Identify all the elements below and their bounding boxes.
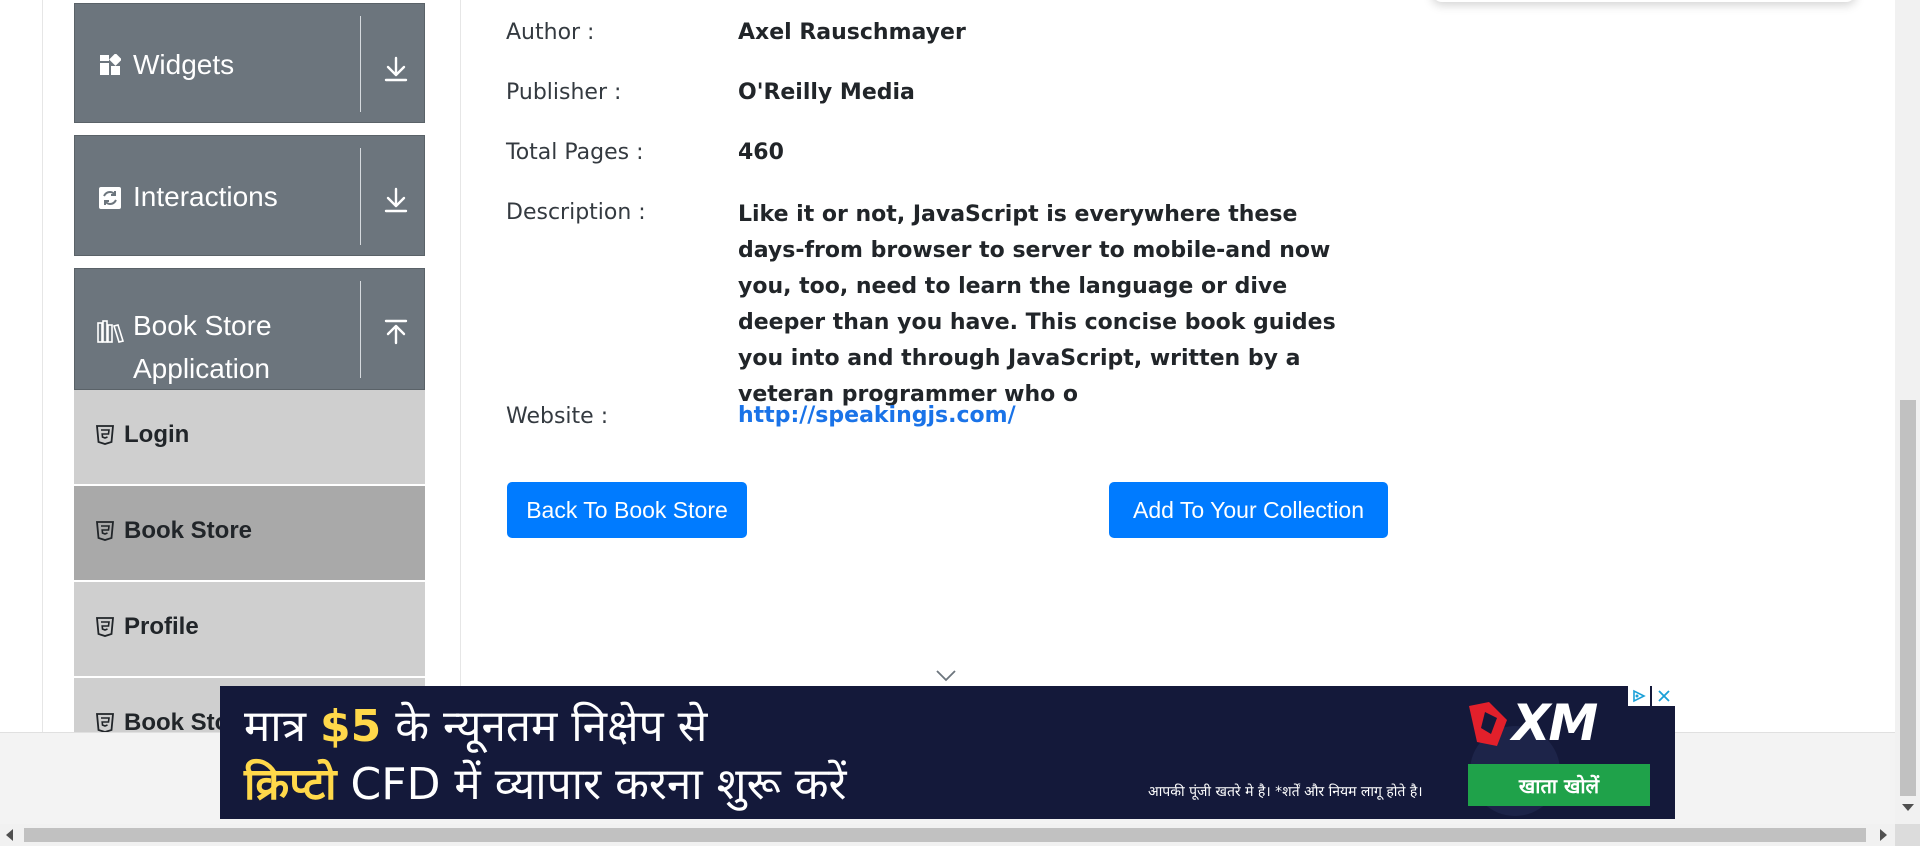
sidebar-item-login[interactable]: Login: [74, 390, 425, 485]
gutter-divider: [42, 0, 43, 732]
sidebar-item-label: Book Store: [124, 517, 253, 544]
scrollbar-corner: [1895, 824, 1920, 846]
sidebar-item-label: Login: [124, 421, 190, 448]
html5-icon: [96, 713, 114, 732]
group-separator: [360, 148, 361, 245]
website-label: Website :: [506, 404, 609, 429]
ad-headline-line1: मात्र $5 के न्यूनतम निक्षेप से: [244, 701, 708, 752]
group-separator: [360, 16, 361, 112]
sidebar-group-label: Widgets: [133, 49, 235, 80]
website-link[interactable]: http://speakingjs.com/: [738, 403, 1016, 428]
adchoices-icon[interactable]: [1628, 686, 1650, 706]
description-label: Description :: [506, 200, 646, 225]
upload-arrow-icon[interactable]: [382, 317, 410, 347]
ad-cta-button[interactable]: खाता खोलें: [1468, 764, 1650, 806]
author-label: Author :: [506, 20, 595, 45]
sidebar-item-book-store[interactable]: Book Store: [74, 486, 425, 581]
sidebar-group-label: Interactions: [133, 181, 278, 212]
page: Widgets Interactions Book Store Applicat…: [0, 0, 1920, 846]
sidebar: Widgets Interactions Book Store Applicat…: [74, 0, 425, 732]
interactions-icon: [99, 187, 121, 209]
close-icon[interactable]: [1652, 686, 1675, 706]
horizontal-scrollbar[interactable]: [0, 824, 1895, 846]
author-value: Axel Rauschmayer: [738, 20, 966, 45]
sidebar-group-widgets[interactable]: Widgets: [74, 3, 425, 123]
content-divider: [460, 0, 461, 732]
publisher-label: Publisher :: [506, 80, 622, 105]
html5-icon: [96, 617, 114, 637]
sidebar-item-label: Book Sto: [124, 709, 230, 732]
vertical-scrollbar-thumb[interactable]: [1900, 400, 1916, 796]
add-to-collection-button[interactable]: Add To Your Collection: [1109, 482, 1388, 538]
pages-value: 460: [738, 140, 784, 165]
sidebar-item-profile[interactable]: Profile: [74, 582, 425, 677]
widgets-icon: [99, 54, 121, 76]
sidebar-group-interactions[interactable]: Interactions: [74, 135, 425, 256]
books-icon: [97, 320, 125, 343]
description-value: Like it or not, JavaScript is everywhere…: [738, 202, 1336, 407]
floating-card: [1432, 0, 1856, 2]
sidebar-group-book-store[interactable]: Book Store Application: [74, 268, 425, 390]
scroll-down-arrow-icon[interactable]: [1902, 804, 1914, 811]
back-to-book-store-button[interactable]: Back To Book Store: [507, 482, 747, 538]
horizontal-scrollbar-thumb[interactable]: [24, 828, 1866, 842]
download-arrow-icon[interactable]: [382, 54, 410, 84]
group-separator: [360, 281, 361, 378]
ad-headline-line2: क्रिप्टो CFD में व्यापार करना शुरू करें: [244, 759, 847, 810]
sidebar-group-label-line1: Book Store: [133, 310, 272, 341]
vertical-scrollbar[interactable]: [1895, 0, 1920, 824]
pages-label: Total Pages :: [506, 140, 644, 165]
scroll-right-arrow-icon[interactable]: [1880, 829, 1887, 841]
sidebar-group-label-line2: Application: [133, 353, 270, 384]
html5-icon: [96, 425, 114, 445]
scroll-left-arrow-icon[interactable]: [6, 829, 13, 841]
download-arrow-icon[interactable]: [382, 185, 410, 215]
ad-disclaimer: आपकी पूंजी खतरे मे है। *शर्तें और नियम ल…: [1148, 784, 1423, 800]
sidebar-item-label: Profile: [124, 613, 199, 640]
ad-brand: XM: [1512, 694, 1598, 752]
chevron-down-icon[interactable]: [935, 668, 957, 682]
ad-banner[interactable]: मात्र $5 के न्यूनतम निक्षेप से क्रिप्टो …: [220, 686, 1675, 819]
html5-icon: [96, 521, 114, 541]
publisher-value: O'Reilly Media: [738, 80, 915, 105]
